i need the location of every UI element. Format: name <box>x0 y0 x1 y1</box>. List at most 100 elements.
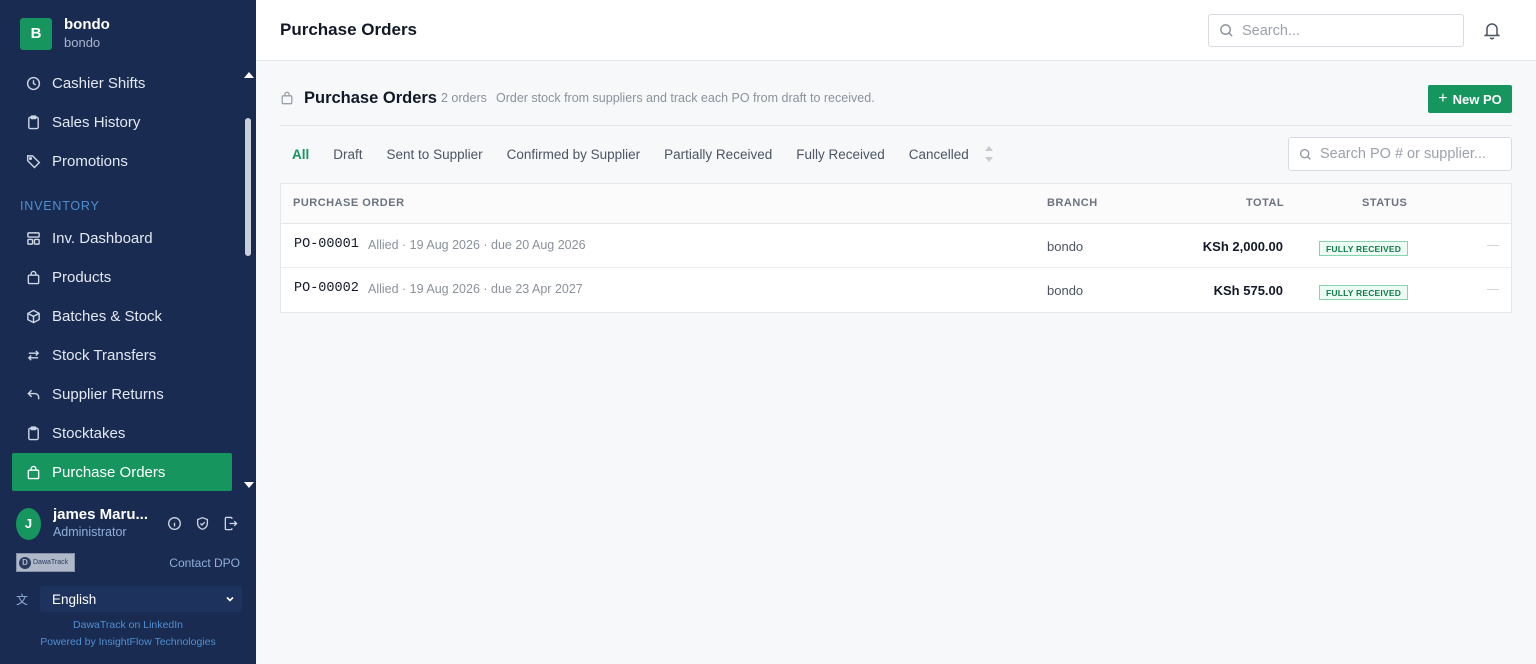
page-header: Purchase Orders 2 orders Order stock fro… <box>280 85 1512 126</box>
status-badge: FULLY RECEIVED <box>1319 241 1409 256</box>
shield-icon <box>196 516 208 531</box>
user-role: Administrator <box>52 525 127 539</box>
section-label-inventory: INVENTORY <box>20 199 100 213</box>
translate-icon: 文 <box>16 592 29 607</box>
po-total: KSh 575.00 <box>1213 283 1283 298</box>
return-icon <box>27 389 40 399</box>
sidebar-item-label: Promotions <box>52 152 128 170</box>
search-input[interactable] <box>1242 22 1442 39</box>
linkedin-link[interactable]: DawaTrack on LinkedIn <box>0 619 256 631</box>
sidebar-item-label: Sales History <box>52 113 141 131</box>
sidebar: B bondo bondo Cashier Shifts Sales Histo… <box>0 0 256 664</box>
clock-icon <box>26 76 41 90</box>
po-number[interactable]: PO-00001 <box>294 237 359 252</box>
status-badge: FULLY RECEIVED <box>1319 285 1409 300</box>
sidebar-item-stock-transfers[interactable]: Stock Transfers <box>12 336 232 374</box>
language-value: English <box>52 591 97 607</box>
sidebar-item-inv-dashboard[interactable]: Inv. Dashboard <box>12 219 232 257</box>
po-branch: bondo <box>1047 239 1084 254</box>
bell-icon <box>1483 23 1501 40</box>
po-search[interactable] <box>1288 137 1512 171</box>
notifications-button[interactable] <box>1482 20 1502 40</box>
brand[interactable]: B bondo bondo <box>20 16 110 51</box>
tab-draft[interactable]: Draft <box>321 140 374 168</box>
po-branch: bondo <box>1047 283 1084 298</box>
top-bar: Purchase Orders <box>256 0 1536 61</box>
row-actions-icon[interactable] <box>1487 245 1499 246</box>
section-description: Order stock from suppliers and track eac… <box>496 91 875 105</box>
sidebar-item-stocktakes[interactable]: Stocktakes <box>12 414 232 452</box>
sidebar-nav: Cashier Shifts Sales History Promotions … <box>12 64 232 496</box>
plus-icon: + <box>1438 90 1448 107</box>
scroll-up-arrow-icon[interactable] <box>244 72 254 78</box>
sidebar-item-products[interactable]: Products <box>12 258 232 296</box>
scrollbar-thumb[interactable] <box>245 118 251 256</box>
status-tabs: All Draft Sent to Supplier Confirmed by … <box>280 140 993 168</box>
scroll-down-arrow-icon[interactable] <box>244 482 254 488</box>
partner-logo-text: DawaTrack <box>33 559 69 566</box>
po-number[interactable]: PO-00002 <box>294 281 359 296</box>
section-title: Purchase Orders <box>304 89 437 107</box>
bag-icon <box>27 465 40 479</box>
sidebar-item-label: Cashier Shifts <box>52 74 146 92</box>
column-header-branch[interactable]: BRANCH <box>1047 197 1098 209</box>
tab-all[interactable]: All <box>280 140 321 168</box>
sidebar-item-label: Purchase Orders <box>52 463 166 481</box>
sidebar-item-label: Inv. Dashboard <box>52 229 153 247</box>
arrow-up-icon[interactable] <box>984 146 993 151</box>
clipboard-icon <box>28 114 39 129</box>
tab-fully-received[interactable]: Fully Received <box>784 140 897 168</box>
logout-button[interactable] <box>216 510 244 538</box>
sidebar-item-cashier-shifts[interactable]: Cashier Shifts <box>12 64 232 102</box>
info-button[interactable] <box>160 510 188 538</box>
powered-by-link[interactable]: Powered by InsightFlow Technologies <box>0 636 256 648</box>
partner-logo[interactable]: D DawaTrack <box>16 553 75 572</box>
tab-cancelled[interactable]: Cancelled <box>897 140 981 168</box>
column-header-total[interactable]: TOTAL <box>1246 197 1284 209</box>
tab-confirmed-by-supplier[interactable]: Confirmed by Supplier <box>495 140 653 168</box>
bag-icon <box>281 91 293 105</box>
global-search[interactable] <box>1208 14 1464 47</box>
security-button[interactable] <box>188 510 216 538</box>
column-header-purchase-order[interactable]: PURCHASE ORDER <box>293 197 405 209</box>
brand-name: bondo <box>64 16 110 33</box>
avatar[interactable]: J <box>16 507 41 540</box>
user-panel: J james Maru... Administrator <box>16 506 244 541</box>
sidebar-item-batches-stock[interactable]: Batches & Stock <box>12 297 232 335</box>
logout-icon <box>224 516 238 531</box>
sidebar-scrollbar[interactable] <box>242 72 254 492</box>
sidebar-item-supplier-returns[interactable]: Supplier Returns <box>12 375 232 413</box>
contact-dpo-link[interactable]: Contact DPO <box>169 556 240 570</box>
language-select[interactable]: English <box>40 586 242 612</box>
arrow-down-icon[interactable] <box>984 157 993 162</box>
new-po-label: New PO <box>1452 91 1502 107</box>
row-actions-icon[interactable] <box>1487 289 1499 290</box>
po-search-input[interactable] <box>1320 146 1500 162</box>
new-po-button[interactable]: + New PO <box>1428 85 1512 113</box>
table-row[interactable]: PO-00001 Allied · 19 Aug 2026 · due 20 A… <box>281 224 1511 268</box>
po-total: KSh 2,000.00 <box>1202 239 1283 254</box>
tabs-scroll-control[interactable] <box>984 146 993 162</box>
purchase-orders-table: PURCHASE ORDER BRANCH TOTAL STATUS PO-00… <box>280 183 1512 313</box>
column-header-status[interactable]: STATUS <box>1362 197 1407 209</box>
sidebar-item-promotions[interactable]: Promotions <box>12 142 232 180</box>
sidebar-item-label: Supplier Returns <box>52 385 164 403</box>
po-meta: Allied · 19 Aug 2026 · due 23 Apr 2027 <box>368 282 583 296</box>
user-name: james Maru... <box>52 506 148 523</box>
chevron-down-icon <box>226 596 234 602</box>
sidebar-item-label: Products <box>52 268 112 286</box>
partner-row: D DawaTrack Contact DPO <box>16 553 240 572</box>
tab-sent-to-supplier[interactable]: Sent to Supplier <box>375 140 495 168</box>
sidebar-item-sales-history[interactable]: Sales History <box>12 103 232 141</box>
po-meta: Allied · 19 Aug 2026 · due 20 Aug 2026 <box>368 238 586 252</box>
order-count: 2 orders <box>441 91 487 105</box>
page-title: Purchase Orders <box>280 20 418 39</box>
table-row[interactable]: PO-00002 Allied · 19 Aug 2026 · due 23 A… <box>281 268 1511 312</box>
info-icon <box>167 517 181 530</box>
sidebar-item-purchase-orders[interactable]: Purchase Orders <box>12 453 232 491</box>
bag-icon <box>27 270 40 284</box>
search-icon <box>1299 148 1311 160</box>
search-icon <box>1220 24 1233 37</box>
tab-partially-received[interactable]: Partially Received <box>652 140 784 168</box>
language-row: 文 English <box>16 586 242 612</box>
